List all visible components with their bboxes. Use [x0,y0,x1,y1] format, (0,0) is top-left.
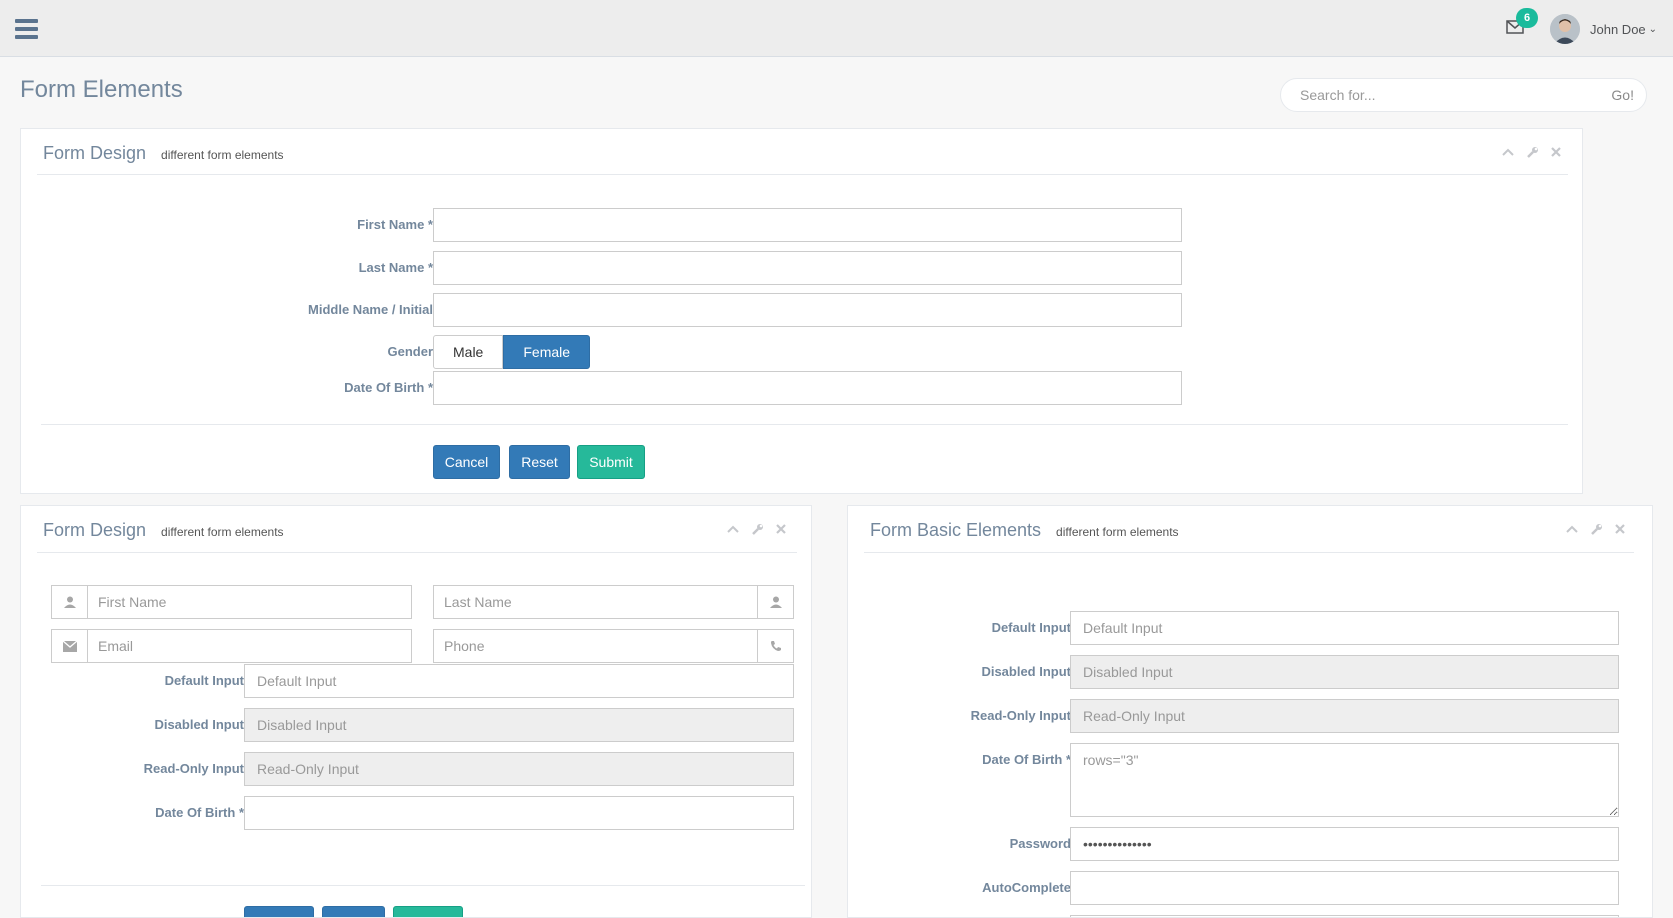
readonly-input-label: Read-Only Input [970,708,1071,723]
cancel-button[interactable]: Cancel [433,445,500,479]
page-title: Form Elements [20,76,183,103]
default-input-label: Default Input [991,620,1071,635]
dob-label: Date Of Birth * [155,805,244,820]
readonly-input[interactable] [1070,699,1619,733]
close-icon[interactable] [774,522,788,536]
collapse-icon[interactable] [1501,145,1515,159]
panel-header: Form Basic Elements different form eleme… [870,520,1179,541]
panel-header: Form Design different form elements [43,520,284,541]
reset-button[interactable] [322,906,385,917]
password-label: Password [1009,836,1071,851]
dob-input[interactable] [244,796,794,830]
phone-icon [757,630,793,662]
autocomplete-input[interactable] [1070,871,1619,905]
top-nav: 6 John Doe ⌄ [0,0,1673,57]
panel-subtitle: different form elements [161,525,284,539]
user-menu[interactable]: John Doe ⌄ [1550,14,1657,44]
first-name-input[interactable] [88,586,411,618]
user-icon [757,586,793,618]
wrench-icon[interactable] [750,522,764,536]
user-icon [52,586,88,618]
disabled-input [1070,655,1619,689]
first-name-group [51,585,412,619]
search-input[interactable] [1281,79,1612,111]
dob-label: Date Of Birth * [982,752,1071,767]
panel-header: Form Design different form elements [43,143,284,164]
panel-title: Form Basic Elements [870,520,1042,540]
default-input[interactable] [1070,611,1619,645]
disabled-input [244,708,794,742]
last-name-group [433,585,794,619]
user-name: John Doe [1590,21,1646,37]
reset-button[interactable]: Reset [509,445,570,479]
phone-input[interactable] [434,630,757,662]
disabled-input-label: Disabled Input [981,664,1071,679]
panel-tools [726,522,788,536]
wrench-icon[interactable] [1589,522,1603,536]
search-go-button[interactable]: Go! [1611,87,1646,103]
collapse-icon[interactable] [726,522,740,536]
email-group [51,629,412,663]
panel-tools [1501,145,1563,159]
gender-male-button[interactable]: Male [433,335,504,369]
default-input-label: Default Input [164,673,244,688]
close-icon[interactable] [1613,522,1627,536]
search-bar: Go! [1280,78,1647,112]
wrench-icon[interactable] [1525,145,1539,159]
email-input[interactable] [88,630,411,662]
collapse-icon[interactable] [1565,522,1579,536]
dob-input[interactable] [433,371,1182,405]
last-name-input[interactable] [434,586,757,618]
submit-button[interactable] [393,906,463,917]
autocomplete-label: AutoComplete [982,880,1071,895]
gender-label: Gender [387,344,433,359]
panel-title: Form Design [43,143,147,163]
readonly-input[interactable] [244,752,794,786]
form-design-panel: Form Design different form elements Firs… [20,128,1583,494]
dob-textarea[interactable] [1070,743,1619,817]
avatar [1550,14,1580,44]
gender-toggle: Male Female [433,335,591,369]
form-design-panel-2: Form Design different form elements Defa… [20,505,812,918]
submit-button[interactable]: Submit [577,445,645,479]
password-input[interactable] [1070,827,1619,861]
divider [41,885,805,886]
chevron-down-icon: ⌄ [1648,23,1658,35]
menu-toggle-icon[interactable] [15,19,38,39]
notification-badge[interactable]: 6 [1516,8,1538,28]
middle-name-input[interactable] [433,293,1182,327]
divider [41,424,1568,425]
middle-name-label: Middle Name / Initial [308,302,433,317]
envelope-icon [52,630,88,662]
last-name-label: Last Name * [358,260,433,275]
readonly-input-label: Read-Only Input [143,761,244,776]
first-name-input[interactable] [433,208,1182,242]
panel-tools [1565,522,1627,536]
panel-subtitle: different form elements [161,148,284,162]
first-name-label: First Name * [357,217,433,232]
panel-title: Form Design [43,520,147,540]
divider [37,174,1568,175]
disabled-input-label: Disabled Input [154,717,244,732]
form-basic-elements-panel: Form Basic Elements different form eleme… [847,505,1653,918]
panel-subtitle: different form elements [1056,525,1179,539]
phone-group [433,629,794,663]
dob-label: Date Of Birth * [344,380,433,395]
default-input[interactable] [244,664,794,698]
last-name-input[interactable] [433,251,1182,285]
divider [37,552,797,553]
gender-female-button[interactable]: Female [503,335,591,369]
close-icon[interactable] [1549,145,1563,159]
cancel-button[interactable] [244,906,314,917]
divider [864,552,1634,553]
